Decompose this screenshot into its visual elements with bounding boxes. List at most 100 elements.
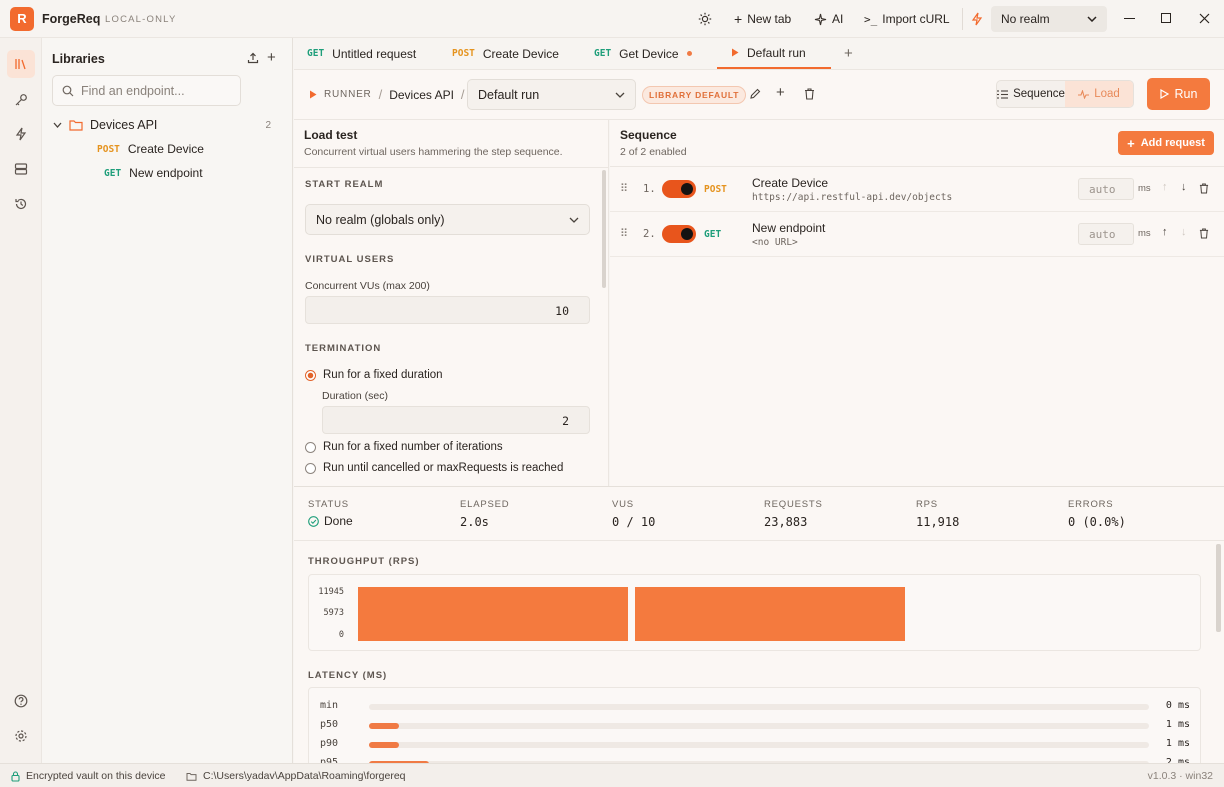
tab-create-device[interactable]: POST Create Device (452, 38, 559, 69)
load-subtitle: Concurrent virtual users hammering the s… (304, 146, 563, 158)
move-down-icon[interactable]: ↓ (1181, 226, 1187, 238)
search-icon (62, 85, 74, 96)
vault-status: Encrypted vault on this device (11, 770, 166, 782)
latency-label: p50 (320, 719, 339, 730)
run-select[interactable]: Default run (467, 79, 636, 110)
run-stats: STATUS Done ELAPSED 2.0s VUS 0 / 10 REQU… (294, 486, 1224, 541)
sequence-step[interactable]: ⠿ 2. GET New endpoint <no URL> auto ms ↑… (610, 212, 1224, 257)
termination-label: TERMINATION (305, 343, 382, 354)
history-rail-button[interactable] (7, 190, 35, 218)
history-icon (15, 198, 27, 210)
sequence-mode-button[interactable]: Sequence (997, 81, 1065, 107)
server-icon (14, 163, 28, 175)
add-tab-button[interactable]: + (844, 38, 853, 69)
latency-value: 1 ms (1165, 738, 1190, 749)
play-icon (732, 48, 739, 57)
drag-handle-icon[interactable]: ⠿ (620, 182, 628, 195)
realm-select[interactable]: No realm (991, 6, 1107, 32)
run-button[interactable]: Run (1147, 78, 1210, 110)
titlebar-divider (962, 8, 963, 30)
endpoint-search[interactable]: Find an endpoint... (52, 75, 241, 106)
latency-value: 1 ms (1165, 719, 1190, 730)
metrics-scrollbar[interactable] (1216, 544, 1221, 632)
step-delay-input[interactable]: auto (1078, 178, 1134, 200)
throughput-tick: 11945 (318, 587, 344, 597)
step-enabled-toggle[interactable] (662, 225, 696, 243)
add-request-button[interactable]: + Add request (1118, 131, 1214, 155)
play-icon (1159, 89, 1169, 99)
sequence-panel: Sequence 2 of 2 enabled + Add request ⠿ … (610, 120, 1224, 486)
move-up-icon[interactable]: ↑ (1162, 226, 1168, 238)
bolt-icon (971, 12, 983, 26)
library-default-badge: LIBRARY DEFAULT (642, 86, 747, 104)
pulse-icon (1078, 89, 1090, 99)
trash-icon[interactable] (804, 88, 815, 100)
minimize-button[interactable] (1124, 18, 1135, 19)
latency-bar (369, 723, 399, 729)
vu-input[interactable]: 10 (305, 296, 590, 324)
step-enabled-toggle[interactable] (662, 180, 696, 198)
sparkle-icon (814, 13, 827, 25)
config-scrollbar[interactable] (602, 170, 606, 288)
search-input[interactable]: Find an endpoint... (81, 84, 185, 98)
libraries-rail-button[interactable] (7, 50, 35, 78)
list-item[interactable]: GET New endpoint (104, 166, 203, 180)
vu-field-label: Concurrent VUs (max 200) (305, 280, 430, 292)
metrics-area: THROUGHPUT (RPS) 11945 5973 0 LATENCY (M… (294, 541, 1224, 763)
maximize-button[interactable] (1161, 13, 1171, 23)
start-realm-select[interactable]: No realm (globals only) (305, 204, 590, 235)
tab-get-device[interactable]: GET Get Device (594, 38, 692, 69)
import-curl-button[interactable]: >_ Import cURL (864, 7, 950, 31)
theme-toggle-button[interactable] (698, 7, 712, 31)
latency-track (369, 704, 1149, 710)
throughput-tick: 0 (338, 630, 344, 640)
latency-chart: min 0 ms p50 1 ms p90 1 ms p95 2 ms (308, 687, 1201, 763)
duration-label: Duration (sec) (322, 390, 388, 402)
settings-rail-button[interactable] (7, 722, 35, 750)
list-icon (997, 89, 1009, 99)
throughput-title: THROUGHPUT (RPS) (308, 556, 420, 567)
duration-input[interactable]: 2 (322, 406, 590, 434)
folder-devices-api[interactable]: Devices API 2 (53, 118, 271, 132)
status-bar: Encrypted vault on this device C:\Users\… (0, 763, 1224, 787)
list-item[interactable]: POST Create Device (97, 142, 204, 156)
ai-button[interactable]: AI (814, 7, 843, 31)
upload-icon[interactable] (247, 52, 259, 64)
help-rail-button[interactable] (7, 687, 35, 715)
runner-rail-button[interactable] (7, 120, 35, 148)
edit-icon[interactable] (749, 88, 761, 100)
new-tab-button[interactable]: + New tab (734, 7, 791, 31)
sequence-step[interactable]: ⠿ 1. POST Create Device https://api.rest… (610, 167, 1224, 212)
keys-rail-button[interactable] (7, 86, 35, 114)
latency-label: p90 (320, 738, 339, 749)
virtual-users-label: VIRTUAL USERS (305, 254, 395, 265)
cancel-radio[interactable]: Run until cancelled or maxRequests is re… (305, 462, 563, 474)
add-library-button[interactable]: + (267, 49, 276, 66)
sun-icon (698, 12, 712, 26)
trash-icon[interactable] (1199, 183, 1209, 194)
trash-icon[interactable] (1199, 228, 1209, 239)
tab-default-run[interactable]: Default run (717, 38, 831, 69)
folder-icon (69, 120, 83, 131)
unsaved-dot-icon (686, 51, 692, 56)
iterations-radio[interactable]: Run for a fixed number of iterations (305, 441, 503, 453)
environments-rail-button[interactable] (7, 155, 35, 183)
app-mode: LOCAL-ONLY (105, 14, 177, 25)
add-run-button[interactable]: + (776, 84, 785, 101)
chevron-down-icon (1087, 16, 1097, 22)
duration-radio[interactable]: Run for a fixed duration (305, 369, 443, 381)
close-icon[interactable] (1199, 13, 1210, 24)
move-up-icon[interactable]: ↑ (1162, 181, 1168, 193)
load-mode-button[interactable]: Load (1065, 81, 1133, 107)
version-label: v1.0.3 · win32 (1147, 770, 1213, 782)
data-path: C:\Users\yadav\AppData\Roaming\forgereq (186, 770, 406, 782)
drag-handle-icon[interactable]: ⠿ (620, 227, 628, 240)
step-delay-input[interactable]: auto (1078, 223, 1134, 245)
move-down-icon[interactable]: ↓ (1181, 181, 1187, 193)
breadcrumb: RUNNER / Devices API / (309, 87, 465, 102)
plus-icon: + (734, 11, 743, 27)
throughput-chart: 11945 5973 0 (308, 574, 1201, 651)
latency-track (369, 723, 1149, 729)
tab-untitled-request[interactable]: GET Untitled request (307, 38, 416, 69)
load-title: Load test (304, 128, 358, 142)
